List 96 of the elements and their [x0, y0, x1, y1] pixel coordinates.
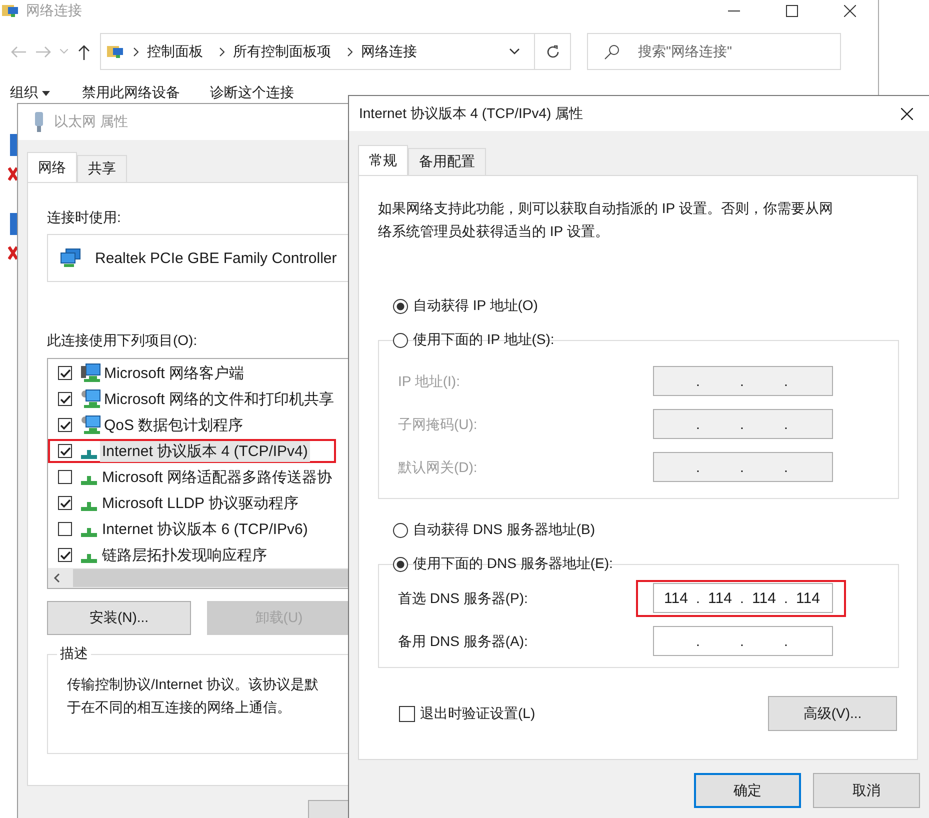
option-label: 使用下面的 DNS 服务器地址(E):: [413, 555, 613, 573]
radio-option[interactable]: 自动获得 DNS 服务器地址(B): [393, 513, 897, 547]
field-label: 首选 DNS 服务器(P):: [398, 590, 529, 608]
address-bar[interactable]: 控制面板 所有控制面板项 网络连接: [100, 33, 535, 70]
chevron-icon: [219, 46, 225, 56]
dropdown-icon[interactable]: [509, 48, 520, 55]
field-label: 备用 DNS 服务器(A):: [398, 632, 529, 650]
checkbox[interactable]: [58, 444, 72, 458]
item-label: Internet 协议版本 6 (TCP/IPv6): [101, 520, 309, 540]
close-icon[interactable]: [901, 108, 913, 120]
protocol-icon: [81, 528, 97, 537]
network-service-icon: [81, 415, 101, 435]
item-label: Internet 协议版本 4 (TCP/IPv4): [100, 440, 310, 462]
network-adapter-icon: [8, 134, 20, 184]
up-arrow-icon[interactable]: [78, 44, 90, 60]
radio-option[interactable]: 使用下面的 DNS 服务器地址(E):: [393, 547, 897, 581]
option-label: 自动获得 DNS 服务器地址(B): [413, 521, 595, 539]
field-label: 默认网关(D):: [398, 458, 478, 476]
checkbox[interactable]: [58, 470, 72, 484]
list-item[interactable]: Microsoft 网络的文件和打印机共享: [48, 387, 336, 411]
option-label: 使用下面的 IP 地址(S):: [413, 331, 554, 349]
checkbox[interactable]: [399, 706, 415, 722]
checkbox[interactable]: [58, 522, 72, 536]
radio-button[interactable]: [393, 556, 408, 572]
dialog-button[interactable]: 确定: [694, 773, 801, 808]
protocol-icon: [81, 502, 97, 511]
option-label: 自动获得 IP 地址(O): [413, 297, 538, 315]
ethernet-plug-icon: [34, 112, 44, 132]
radio-option[interactable]: 使用下面的 IP 地址(S):: [393, 323, 897, 357]
item-label: Microsoft LLDP 协议驱动程序: [101, 494, 300, 514]
field-label: 子网掩码(U):: [398, 416, 478, 434]
list-item[interactable]: Microsoft LLDP 协议驱动程序: [48, 491, 336, 515]
caret-icon: [42, 90, 50, 96]
organize-menu[interactable]: 组织: [10, 82, 50, 104]
item-label: Microsoft 网络客户端: [103, 364, 246, 384]
breadcrumb-item[interactable]: 网络连接: [361, 42, 417, 60]
list-item[interactable]: Microsoft 网络客户端: [48, 361, 336, 385]
section-label: 此连接使用下列项目(O):: [47, 331, 198, 350]
breadcrumb-item[interactable]: 控制面板: [147, 42, 203, 60]
dialog-button[interactable]: 安装(N)...: [47, 601, 191, 635]
scroll-left-icon[interactable]: [53, 573, 61, 583]
checkbox[interactable]: [58, 392, 72, 406]
tab[interactable]: 常规: [358, 145, 408, 175]
ip-field[interactable]: . . .: [653, 626, 833, 656]
list-item[interactable]: Internet 协议版本 4 (TCP/IPv4): [48, 439, 336, 463]
protocol-icon: [81, 554, 97, 563]
list-item[interactable]: QoS 数据包计划程序: [48, 413, 336, 437]
toolbar-button[interactable]: 诊断这个连接: [210, 82, 294, 104]
checkbox-label: 退出时验证设置(L): [420, 704, 536, 722]
radio-button[interactable]: [393, 522, 408, 538]
tab[interactable]: 网络: [27, 152, 77, 182]
breadcrumb-item[interactable]: 所有控制面板项: [233, 42, 331, 60]
tab[interactable]: 共享: [77, 155, 127, 182]
list-item[interactable]: Internet 协议版本 6 (TCP/IPv6): [48, 517, 336, 541]
checkbox[interactable]: [58, 548, 72, 562]
checkbox[interactable]: [58, 496, 72, 510]
item-label: Microsoft 网络适配器多路传送器协: [101, 468, 334, 488]
checkbox[interactable]: [58, 418, 72, 432]
maximize-icon[interactable]: [786, 5, 798, 17]
network-folder-icon: [107, 44, 125, 60]
description-text: 传输控制协议/Internet 协议。该协议是默: [67, 675, 318, 694]
item-label: QoS 数据包计划程序: [103, 416, 244, 436]
list-item[interactable]: 链路层拓扑发现响应程序: [48, 543, 336, 567]
network-folder-icon: [2, 3, 20, 19]
search-icon: [604, 44, 620, 60]
group-label: 描述: [57, 645, 91, 663]
chevron-icon: [347, 46, 353, 56]
toolbar-button[interactable]: 禁用此网络设备: [82, 82, 180, 104]
item-label: Microsoft 网络的文件和打印机共享: [103, 390, 336, 410]
field-label: IP 地址(I):: [398, 372, 461, 390]
protocol-icon: [81, 450, 97, 459]
dialog-title: 以太网 属性: [54, 113, 128, 131]
tab[interactable]: 备用配置: [408, 148, 486, 175]
network-adapter-icon: [8, 213, 20, 263]
checkbox[interactable]: [58, 366, 72, 380]
protocol-icon: [81, 476, 97, 485]
network-service-icon: [81, 389, 101, 409]
search-field[interactable]: 搜索"网络连接": [587, 33, 841, 70]
radio-option[interactable]: 自动获得 IP 地址(O): [393, 289, 897, 323]
radio-button[interactable]: [393, 332, 408, 348]
network-monitors-icon: [60, 248, 82, 268]
section-label: 连接时使用:: [47, 208, 121, 227]
refresh-icon: [544, 44, 560, 60]
chevron-icon: [133, 46, 139, 56]
radio-button[interactable]: [393, 298, 408, 314]
network-computer-icon: [81, 363, 101, 383]
refresh-button[interactable]: [535, 33, 571, 70]
window-title: 网络连接: [26, 2, 82, 20]
description-text: 于在不同的相互连接的网络上通信。: [67, 698, 291, 717]
ip-field[interactable]: 114 . 114 . 114 . 114: [653, 583, 833, 613]
close-icon[interactable]: [844, 5, 856, 17]
dialog-title: Internet 协议版本 4 (TCP/IPv4) 属性: [359, 104, 584, 122]
advanced-button[interactable]: 高级(V)...: [768, 696, 897, 731]
dialog-button[interactable]: 取消: [813, 773, 920, 808]
list-item[interactable]: Microsoft 网络适配器多路传送器协: [48, 465, 336, 489]
item-label: 链路层拓扑发现响应程序: [101, 546, 268, 566]
